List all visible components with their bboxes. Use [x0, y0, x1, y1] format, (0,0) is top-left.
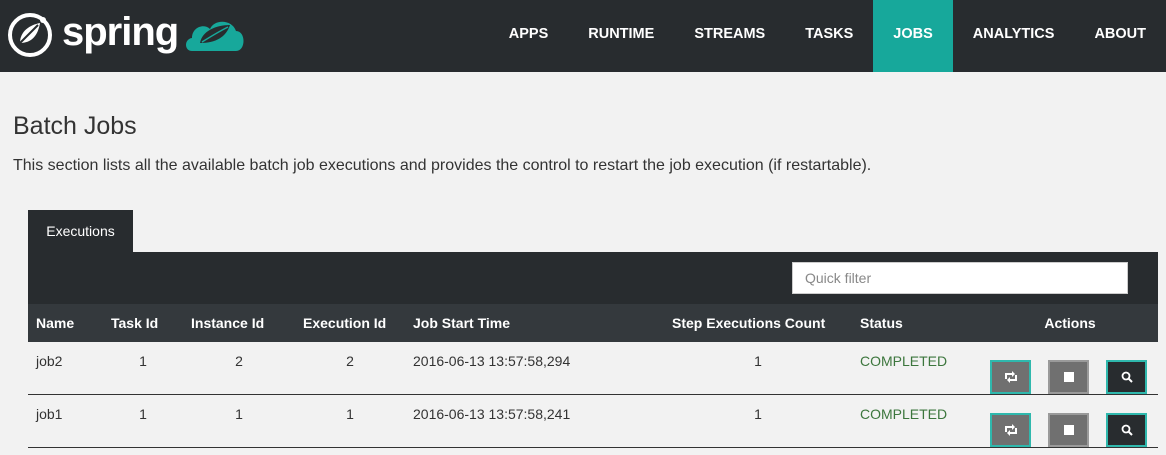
job-start-time: 2016-06-13 13:57:58,294 [413, 353, 571, 369]
spring-logo[interactable]: spring [6, 8, 248, 62]
actions-cell [982, 395, 1158, 448]
column-header-name[interactable]: Name [28, 304, 103, 342]
quick-filter-input[interactable] [792, 262, 1128, 294]
executions-panel: Name Task Id Instance Id Execution Id Jo… [28, 252, 1158, 455]
cloud-leaf-icon [186, 21, 244, 51]
column-header-step-executions-count[interactable]: Step Executions Count [664, 304, 852, 342]
job-name: job2 [36, 353, 63, 369]
tab-executions[interactable]: Executions [28, 210, 133, 252]
search-icon [1121, 371, 1133, 383]
nav-tasks[interactable]: TASKS [785, 0, 873, 72]
brand-name: spring [62, 9, 179, 54]
table-header-row: Name Task Id Instance Id Execution Id Jo… [28, 304, 1158, 342]
details-button[interactable] [1106, 413, 1147, 447]
nav-jobs[interactable]: JOBS [873, 0, 953, 72]
table-row: job1 1 1 1 2016-06-13 13:57:58,241 1 COM… [28, 395, 1158, 448]
top-navigation-bar: spring APPS RUNTIME STREAMS TASKS JOBS A… [0, 0, 1166, 72]
task-id: 1 [139, 406, 147, 422]
nav-analytics[interactable]: ANALYTICS [953, 0, 1075, 72]
status-text: COMPLETED [860, 406, 948, 422]
column-header-task-id[interactable]: Task Id [103, 304, 183, 342]
actions-cell [982, 342, 1158, 395]
column-header-actions: Actions [1044, 315, 1096, 331]
stop-button[interactable] [1048, 413, 1089, 447]
spring-leaf-logo-icon [8, 13, 52, 57]
search-icon [1121, 424, 1133, 436]
stop-button[interactable] [1048, 360, 1089, 394]
table-row: job2 1 2 2 2016-06-13 13:57:58,294 1 COM… [28, 342, 1158, 395]
instance-id: 2 [235, 353, 243, 369]
restart-button[interactable] [990, 413, 1031, 447]
column-header-instance-id[interactable]: Instance Id [183, 304, 295, 342]
column-header-job-start-time[interactable]: Job Start Time [405, 304, 664, 342]
stop-icon [1063, 425, 1074, 435]
execution-id: 1 [346, 406, 354, 422]
status-text: COMPLETED [860, 353, 948, 369]
step-executions-count: 1 [754, 406, 762, 422]
instance-id: 1 [235, 406, 243, 422]
executions-table: Name Task Id Instance Id Execution Id Jo… [28, 304, 1158, 448]
column-header-execution-id[interactable]: Execution Id [295, 304, 405, 342]
job-start-time: 2016-06-13 13:57:58,241 [413, 406, 571, 422]
nav-streams[interactable]: STREAMS [674, 0, 785, 72]
stop-icon [1063, 372, 1074, 382]
job-name: job1 [36, 406, 63, 422]
execution-id: 2 [346, 353, 354, 369]
restart-button[interactable] [990, 360, 1031, 394]
restart-icon [1004, 424, 1017, 436]
nav-apps[interactable]: APPS [489, 0, 569, 72]
nav-about[interactable]: ABOUT [1074, 0, 1166, 72]
page-description: This section lists all the available bat… [13, 157, 872, 174]
step-executions-count: 1 [754, 353, 762, 369]
details-button[interactable] [1106, 360, 1147, 394]
main-nav: APPS RUNTIME STREAMS TASKS JOBS ANALYTIC… [489, 0, 1166, 72]
task-id: 1 [139, 353, 147, 369]
column-header-status[interactable]: Status [852, 304, 982, 342]
restart-icon [1004, 371, 1017, 383]
page-title: Batch Jobs [13, 112, 137, 140]
nav-runtime[interactable]: RUNTIME [568, 0, 674, 72]
filter-bar [28, 252, 1158, 304]
